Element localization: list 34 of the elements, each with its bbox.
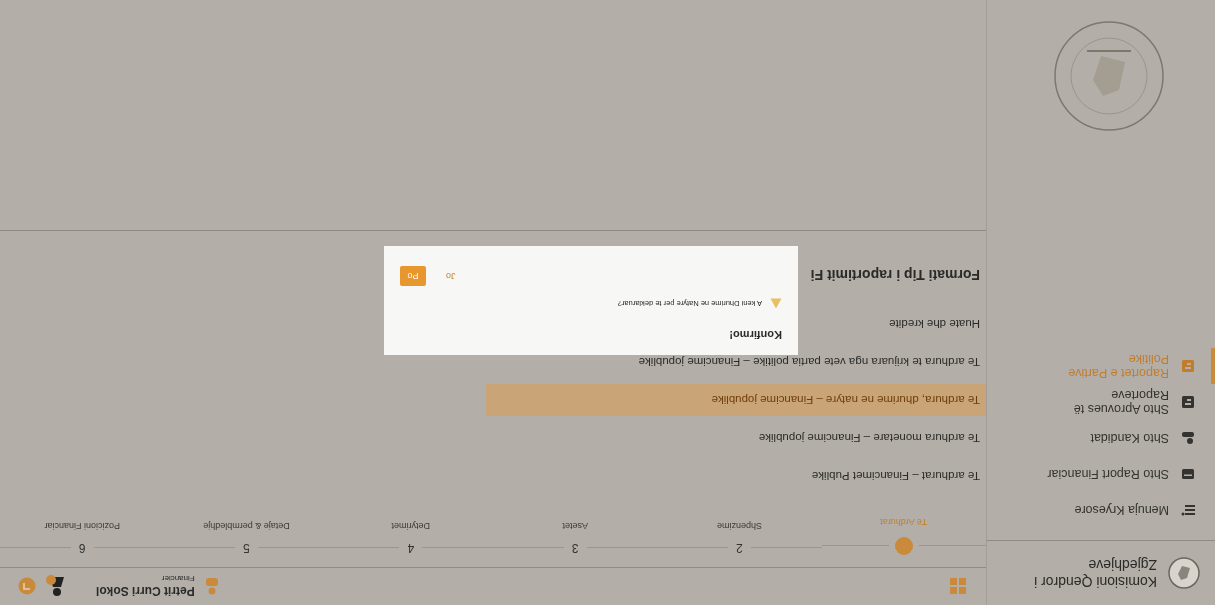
step-number[interactable]: 3 xyxy=(563,541,587,555)
dialog-title: Konfirmo! xyxy=(728,329,782,341)
step-label[interactable]: Shpenzime xyxy=(717,521,763,531)
dialog-button[interactable]: Jo xyxy=(436,266,466,286)
step-number[interactable]: 6 xyxy=(70,541,94,555)
step-number[interactable]: 4 xyxy=(399,541,423,555)
document-icon xyxy=(1181,395,1195,409)
income-category-item[interactable]: Te ardhura monetare – Financime jopublike xyxy=(486,422,986,454)
sidebar-item[interactable]: Shto Raport Financiar xyxy=(987,456,1215,492)
emblem-logo-icon xyxy=(1167,556,1201,590)
income-category-item[interactable]: Te ardhura, dhurime ne natyre – Financime jopublike xyxy=(486,384,986,416)
step-number[interactable]: 5 xyxy=(235,541,258,555)
step-label[interactable]: Asetet xyxy=(562,521,588,531)
list-icon xyxy=(1181,503,1195,517)
user-role: Financier xyxy=(160,574,195,584)
logout-icon[interactable] xyxy=(18,577,36,596)
sidebar-item[interactable]: Menuja Kryesore xyxy=(987,492,1215,528)
card-icon xyxy=(1181,467,1195,481)
income-category-item[interactable]: Te ardhurat – Financimet Publike xyxy=(486,460,986,492)
user-name: Petrit Curri Sokol xyxy=(96,584,195,599)
warning-icon xyxy=(770,298,782,309)
sidebar-item[interactable]: Shto Kandidat xyxy=(987,420,1215,456)
document-icon xyxy=(1181,359,1195,373)
sidebar-item[interactable]: Shto Aprovues të Raporteve xyxy=(987,384,1215,420)
section-title: Formati Tip i raportimit Fi xyxy=(809,267,980,283)
step-marker-icon[interactable] xyxy=(894,537,913,555)
people-icon xyxy=(204,577,219,596)
person-icon xyxy=(1181,431,1195,445)
organization-name: Komisioni Qendror i Zgjedhjeve xyxy=(1034,556,1157,590)
step-number[interactable]: 2 xyxy=(728,541,751,555)
step-label[interactable]: Pozicioni Financiar xyxy=(44,521,120,531)
step-label[interactable]: Detaje & permbledhje xyxy=(203,521,290,531)
step-label[interactable]: Detyrimet xyxy=(391,521,431,531)
apps-grid-icon[interactable] xyxy=(950,578,966,595)
